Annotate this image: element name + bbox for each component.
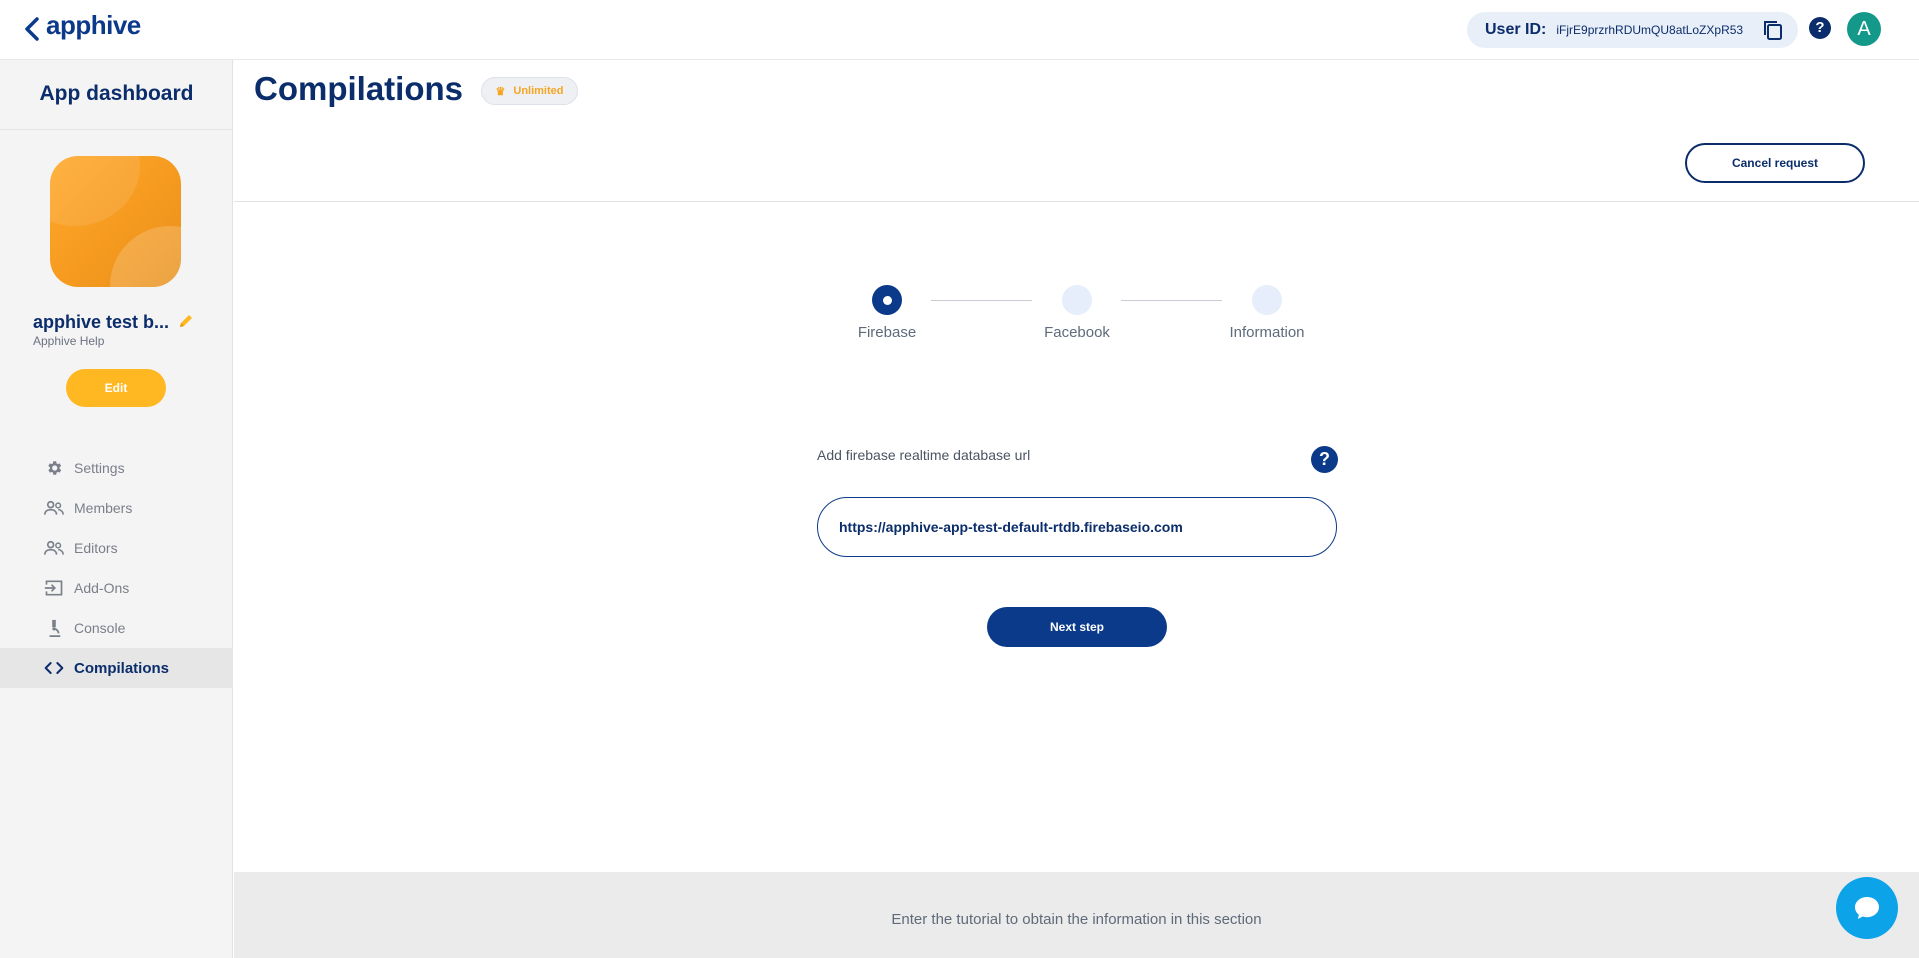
sidebar-item-label: Compilations	[74, 659, 170, 677]
cancel-request-button[interactable]: Cancel request	[1685, 143, 1865, 183]
plan-badge: ♛ Unlimited	[481, 77, 578, 105]
step-facebook[interactable]: Facebook	[1017, 285, 1137, 341]
footer-text: Enter the tutorial to obtain the informa…	[891, 911, 1262, 928]
chat-button[interactable]	[1836, 877, 1898, 939]
user-id-value: iFjrE9przrhRDUmQU8atLoZXpR53	[1556, 23, 1744, 37]
sidebar-item-add-ons[interactable]: Add-Ons	[0, 568, 233, 608]
sidebar-item-label: Editors	[74, 540, 118, 556]
crown-icon: ♛	[495, 85, 506, 98]
footer: Enter the tutorial to obtain the informa…	[234, 872, 1919, 958]
avatar[interactable]: A	[1847, 12, 1881, 46]
field-label: Add firebase realtime database url	[817, 447, 1031, 463]
sidebar-item-label: Members	[74, 500, 133, 516]
help-icon[interactable]: ?	[1809, 17, 1831, 39]
sidebar-item-label: Add-Ons	[74, 580, 130, 596]
step-firebase[interactable]: Firebase	[827, 285, 947, 341]
next-step-button[interactable]: Next step	[987, 607, 1167, 647]
sidebar-item-console[interactable]: Console	[0, 608, 233, 648]
apphive-logo[interactable]: apphive	[46, 10, 141, 41]
step-label: Information	[1229, 324, 1305, 341]
step-dot	[1252, 285, 1282, 315]
chat-bubble-icon	[1855, 897, 1879, 919]
sidebar: App dashboard apphive test b... Apphive …	[0, 60, 233, 958]
app-icon	[50, 156, 181, 287]
edit-button[interactable]: Edit	[66, 369, 166, 407]
user-id-pill: User ID: iFjrE9przrhRDUmQU8atLoZXpR53	[1467, 12, 1798, 48]
step-dot	[872, 285, 902, 315]
sidebar-item-editors[interactable]: Editors	[0, 528, 233, 568]
step-label: Facebook	[1044, 324, 1110, 341]
sidebar-nav: Settings Members Editors Add-Ons Console	[0, 448, 233, 688]
people-icon	[44, 538, 64, 558]
sidebar-item-settings[interactable]: Settings	[0, 448, 233, 488]
stepper: Firebase Facebook Information	[0, 285, 1919, 345]
help-icon[interactable]: ?	[1311, 446, 1338, 473]
main-header: Compilations ♛ Unlimited Cancel request	[234, 60, 1919, 202]
people-icon	[44, 498, 64, 518]
sidebar-item-label: Console	[74, 620, 126, 636]
copy-icon[interactable]	[1762, 19, 1784, 41]
step-information[interactable]: Information	[1207, 285, 1327, 341]
login-box-icon	[44, 578, 64, 598]
top-bar: apphive User ID: iFjrE9przrhRDUmQU8atLoZ…	[0, 0, 1919, 60]
microscope-icon	[44, 618, 64, 638]
sidebar-item-members[interactable]: Members	[0, 488, 233, 528]
code-icon	[44, 658, 64, 678]
sidebar-item-label: Settings	[74, 460, 125, 476]
sidebar-divider	[0, 129, 233, 130]
sidebar-item-compilations[interactable]: Compilations	[0, 648, 233, 688]
step-dot	[1062, 285, 1092, 315]
gear-icon	[44, 458, 64, 478]
user-id-label: User ID:	[1485, 21, 1547, 38]
page-title: Compilations	[254, 70, 464, 107]
step-label: Firebase	[857, 324, 917, 341]
back-chevron-icon[interactable]	[22, 16, 44, 42]
plan-badge-label: Unlimited	[513, 85, 564, 97]
database-url-input[interactable]	[817, 497, 1337, 557]
sidebar-title: App dashboard	[39, 82, 194, 105]
